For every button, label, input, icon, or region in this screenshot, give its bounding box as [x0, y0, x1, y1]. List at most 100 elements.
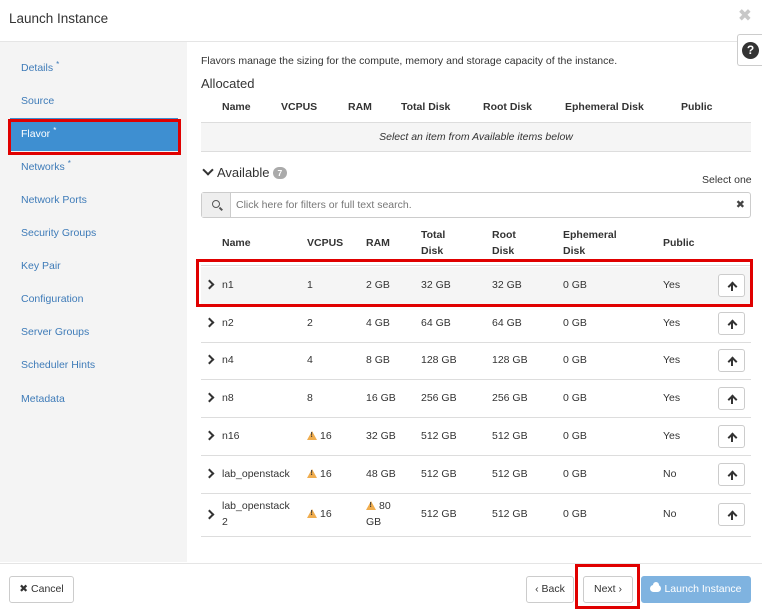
- flavor-row-n1[interactable]: n1 1 2 GB 32 GB 32 GB 0 GB Yes: [201, 267, 751, 305]
- nav-item-security-groups[interactable]: Security Groups: [0, 217, 187, 250]
- required-marker: *: [56, 60, 60, 69]
- flavor-row-lab-openstack-2[interactable]: lab_openstack2 16 80GB 512 GB 512 GB 0 G…: [201, 494, 751, 537]
- nav-item-key-pair[interactable]: Key Pair: [0, 250, 187, 283]
- flavor-vcpus: 16: [307, 466, 332, 482]
- column-header: VCPUS: [307, 237, 344, 249]
- column-header: Name: [222, 101, 251, 113]
- chevron-right-icon[interactable]: [204, 354, 215, 365]
- allocate-button[interactable]: [718, 503, 745, 526]
- allocate-button[interactable]: [718, 387, 745, 410]
- close-icon: ✖: [19, 583, 29, 595]
- flavor-public: No: [663, 468, 677, 480]
- flavor-public: Yes: [663, 279, 681, 291]
- allocate-button[interactable]: [718, 349, 745, 372]
- nav-item-source[interactable]: Source: [0, 85, 187, 118]
- next-button[interactable]: Next ›: [583, 576, 633, 603]
- nav-label: Scheduler Hints: [21, 359, 96, 371]
- allocated-empty-message: Select an item from Available items belo…: [201, 122, 751, 152]
- chevron-right-icon[interactable]: [204, 392, 215, 403]
- chevron-right-icon[interactable]: [204, 509, 215, 520]
- flavor-row-n16[interactable]: n16 16 32 GB 512 GB 512 GB 0 GB Yes: [201, 418, 751, 456]
- nav-item-network-ports[interactable]: Network Ports: [0, 184, 187, 217]
- launch-instance-button[interactable]: Launch Instance: [641, 576, 751, 603]
- flavor-root-disk: 256 GB: [492, 392, 528, 404]
- flavor-vcpus: 1: [307, 279, 313, 291]
- nav-item-configuration[interactable]: Configuration: [0, 283, 187, 316]
- column-header: Public: [681, 101, 713, 113]
- available-heading: Available: [217, 165, 270, 180]
- available-count-badge: 7: [272, 167, 288, 179]
- flavor-name: n1: [222, 279, 234, 291]
- flavor-description: Flavors manage the sizing for the comput…: [201, 55, 618, 67]
- back-button[interactable]: ‹ Back: [526, 576, 574, 603]
- flavor-row-n8[interactable]: n8 8 16 GB 256 GB 256 GB 0 GB Yes: [201, 380, 751, 418]
- nav-label: Configuration: [21, 293, 84, 305]
- flavor-name: n4: [222, 354, 234, 366]
- flavor-row-n4[interactable]: n4 4 8 GB 128 GB 128 GB 0 GB Yes: [201, 343, 751, 380]
- search-addon: [202, 193, 231, 217]
- warning-icon: [366, 501, 376, 510]
- nav-item-metadata[interactable]: Metadata: [0, 383, 187, 416]
- nav-item-server-groups[interactable]: Server Groups: [0, 316, 187, 349]
- flavor-total-disk: 32 GB: [421, 279, 451, 291]
- nav-item-scheduler-hints[interactable]: Scheduler Hints: [0, 349, 187, 382]
- nav-item-details[interactable]: Details *: [0, 52, 187, 85]
- flavor-root-disk: 128 GB: [492, 354, 528, 366]
- flavor-row-lab-openstack[interactable]: lab_openstack 16 48 GB 512 GB 512 GB 0 G…: [201, 456, 751, 494]
- warning-icon: [307, 509, 317, 518]
- chevron-right-icon[interactable]: [204, 468, 215, 479]
- column-header: Root Disk: [492, 229, 516, 257]
- column-header: RAM: [366, 237, 390, 249]
- nav-item-flavor[interactable]: Flavor *: [10, 118, 178, 151]
- flavor-public: Yes: [663, 354, 681, 366]
- nav-item-networks[interactable]: Networks *: [0, 151, 187, 184]
- column-header: Ephemeral Disk: [563, 229, 617, 257]
- flavor-ram: 16 GB: [366, 392, 396, 404]
- close-icon[interactable]: ✖: [738, 6, 752, 26]
- select-one-hint: Select one: [702, 174, 752, 186]
- available-toggle[interactable]: Available 7: [201, 164, 288, 180]
- nav-label: Networks: [21, 161, 65, 173]
- flavor-ephemeral-disk: 0 GB: [563, 317, 587, 329]
- allocate-button[interactable]: [718, 463, 745, 486]
- flavor-row-n2[interactable]: n2 2 4 GB 64 GB 64 GB 0 GB Yes: [201, 305, 751, 343]
- column-header: Root Disk: [483, 101, 533, 113]
- flavor-total-disk: 256 GB: [421, 392, 457, 404]
- nav-label: Source: [21, 95, 55, 107]
- allocate-button[interactable]: [718, 425, 745, 448]
- search-input[interactable]: [236, 193, 726, 217]
- clear-search-icon[interactable]: ✖: [736, 198, 745, 211]
- flavor-ephemeral-disk: 0 GB: [563, 508, 587, 520]
- help-button[interactable]: ?: [737, 34, 762, 66]
- modal-footer: ✖ Cancel ‹ Back Next › Launch Instance: [0, 563, 762, 612]
- column-header: Name: [222, 237, 251, 249]
- flavor-public: No: [663, 508, 677, 520]
- allocate-button[interactable]: [718, 274, 745, 297]
- nav-label: Details: [21, 62, 54, 74]
- flavor-ephemeral-disk: 0 GB: [563, 392, 587, 404]
- flavor-root-disk: 512 GB: [492, 508, 528, 520]
- column-header: VCPUS: [281, 101, 318, 113]
- chevron-right-icon[interactable]: [204, 317, 215, 328]
- flavor-ram: 2 GB: [366, 279, 390, 291]
- flavor-ephemeral-disk: 0 GB: [563, 468, 587, 480]
- flavor-public: Yes: [663, 392, 681, 404]
- nav-label: Metadata: [21, 393, 65, 405]
- flavor-name: n8: [222, 392, 234, 404]
- column-header: RAM: [348, 101, 372, 113]
- cancel-button[interactable]: ✖ Cancel: [9, 576, 74, 603]
- flavor-ram: 32 GB: [366, 430, 396, 442]
- chevron-right-icon[interactable]: [204, 430, 215, 441]
- allocate-button[interactable]: [718, 312, 745, 335]
- flavor-ephemeral-disk: 0 GB: [563, 354, 587, 366]
- modal-header: Launch Instance ✖: [0, 0, 762, 42]
- column-header: Total Disk: [401, 101, 451, 113]
- chevron-right-icon[interactable]: [204, 279, 215, 290]
- flavor-ram: 4 GB: [366, 317, 390, 329]
- required-marker: *: [67, 159, 71, 168]
- column-header: Total Disk: [421, 229, 446, 257]
- filter-search-bar: ✖: [201, 192, 751, 218]
- flavor-vcpus: 4: [307, 354, 313, 366]
- flavor-ephemeral-disk: 0 GB: [563, 279, 587, 291]
- required-marker: *: [53, 126, 57, 135]
